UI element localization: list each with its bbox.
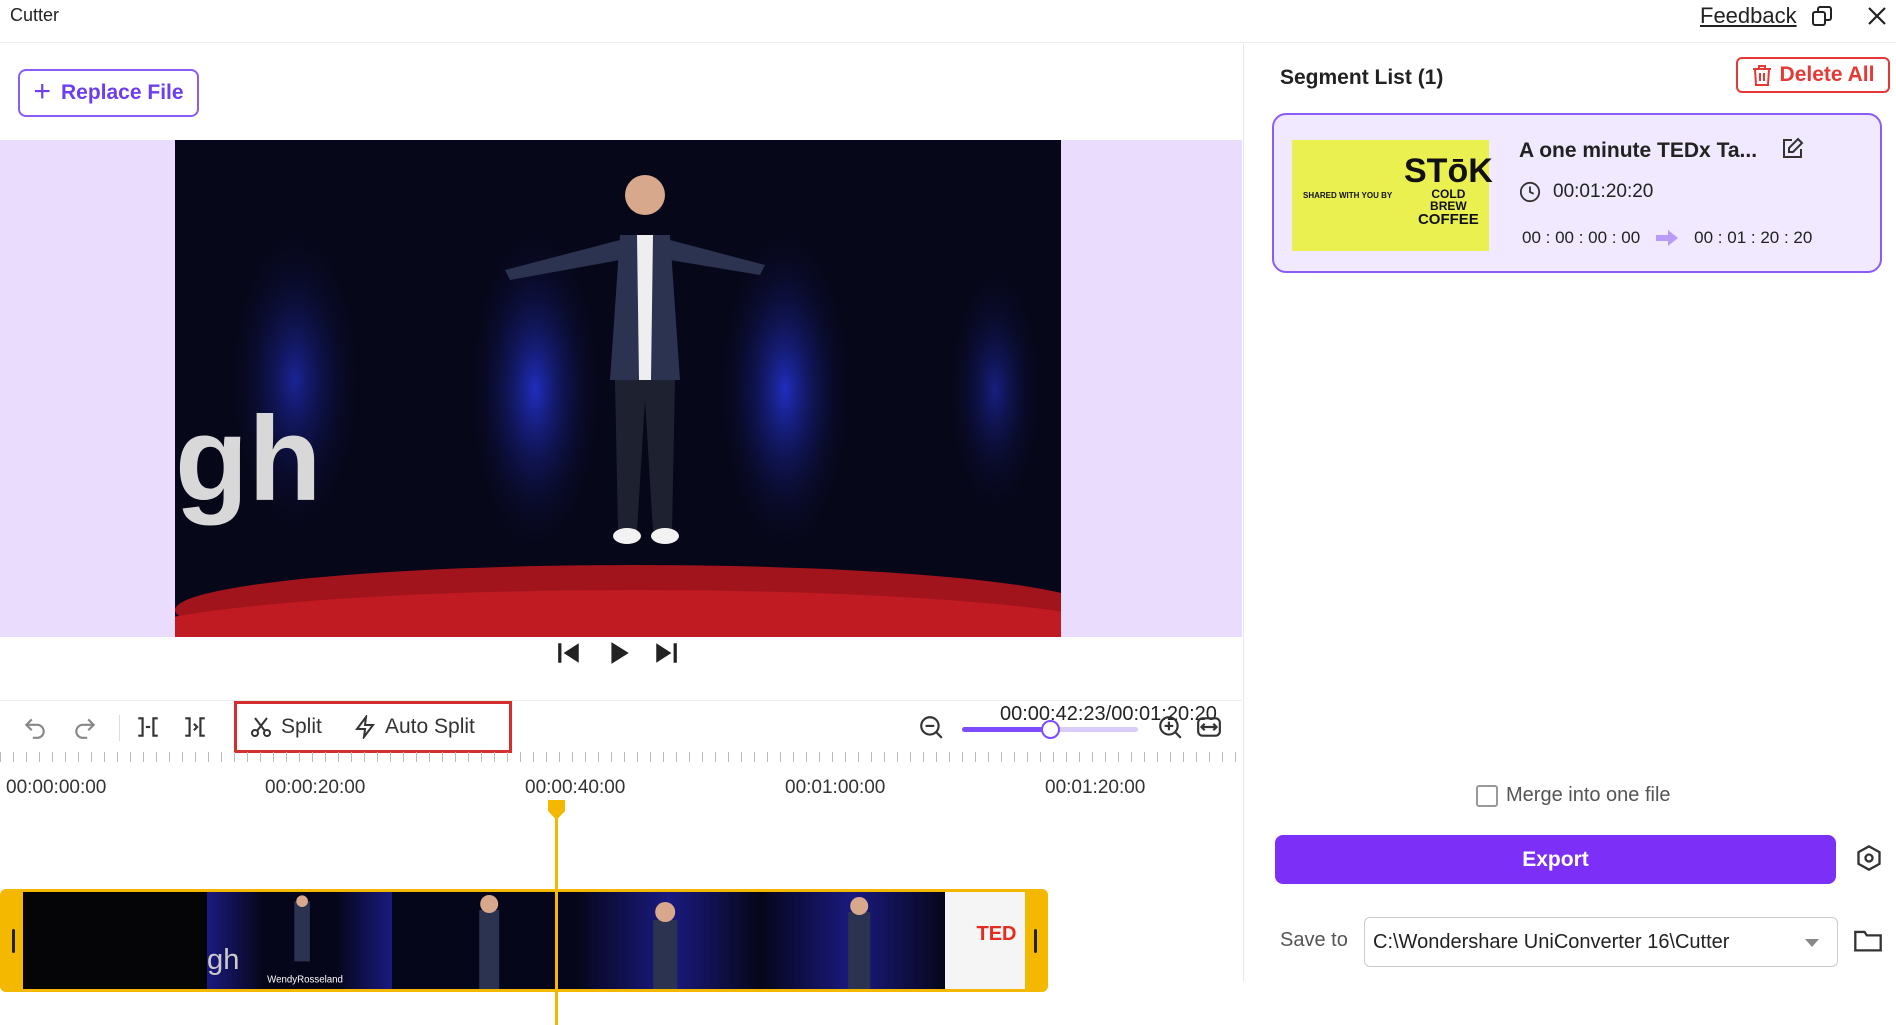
clip-start-handle[interactable] <box>3 892 23 989</box>
redo-icon[interactable] <box>72 709 98 745</box>
editor-panel: + Replace File gh 00:00:42:23/00:01:20:2… <box>0 44 1242 1025</box>
edit-toolbar: Split Auto Split <box>0 700 1242 753</box>
fit-timeline-icon[interactable] <box>1196 709 1222 745</box>
filmstrip-frame <box>760 892 946 989</box>
delete-all-button[interactable]: Delete All <box>1736 57 1890 93</box>
split-button[interactable]: Split <box>249 709 322 745</box>
filmstrip-frame <box>576 892 761 989</box>
title-bar: Cutter Feedback <box>0 0 1896 43</box>
filmstrip-frame <box>23 892 208 989</box>
segment-card[interactable]: SHARED WITH YOU BY STōK COLD BREW COFFEE… <box>1272 113 1882 273</box>
export-button[interactable]: Export <box>1275 835 1836 884</box>
play-icon[interactable] <box>603 637 635 669</box>
zoom-in-icon[interactable] <box>1157 709 1183 745</box>
merge-label: Merge into one file <box>1506 784 1671 806</box>
settings-icon[interactable] <box>1855 844 1883 877</box>
split-label: Split <box>281 715 322 738</box>
arrow-right-icon <box>1656 230 1679 246</box>
timeline-clip[interactable]: gh WendyRosseland TED <box>0 889 1048 992</box>
filmstrip: gh WendyRosseland TED <box>23 892 1029 989</box>
feedback-link[interactable]: Feedback <box>1700 3 1797 29</box>
restore-window-icon[interactable] <box>1808 2 1836 30</box>
trim-start-icon[interactable] <box>135 709 161 745</box>
ruler-ticks <box>0 752 1242 762</box>
filmstrip-frame: gh WendyRosseland <box>207 892 392 989</box>
edit-icon[interactable] <box>1780 137 1804 166</box>
filmstrip-caption: WendyRosseland <box>268 975 344 986</box>
previous-frame-icon[interactable] <box>553 637 585 669</box>
segment-thumbnail: SHARED WITH YOU BY STōK COLD BREW COFFEE <box>1292 140 1493 251</box>
filmstrip-frame: TED <box>945 892 1029 989</box>
segment-name: A one minute TEDx Ta... <box>1519 139 1758 162</box>
filmstrip-caption: TED <box>977 923 1017 945</box>
ruler-label: 00:00:20:00 <box>265 777 366 798</box>
segment-duration: 00:01:20:20 <box>1519 181 1653 203</box>
segment-list-title: Segment List (1) <box>1280 66 1444 89</box>
trim-end-icon[interactable] <box>182 709 208 745</box>
scissors-icon <box>251 717 271 737</box>
video-preview[interactable]: gh <box>175 140 1061 637</box>
save-path-value: C:\Wondershare UniConverter 16\Cutter <box>1373 930 1730 953</box>
svg-text:gh: gh <box>207 944 239 976</box>
segment-start: 00 : 00 : 00 : 00 <box>1522 228 1641 247</box>
clock-icon <box>1519 181 1541 203</box>
undo-icon[interactable] <box>22 709 48 745</box>
delete-all-label: Delete All <box>1779 63 1875 86</box>
lightning-icon <box>355 715 375 739</box>
segment-duration-value: 00:01:20:20 <box>1553 181 1654 202</box>
segment-range: 00 : 00 : 00 : 00 00 : 01 : 20 : 20 <box>1522 228 1812 248</box>
zoom-out-icon[interactable] <box>918 709 944 745</box>
chevron-down-icon <box>1805 939 1819 947</box>
ruler-label: 00:00:40:00 <box>525 777 626 798</box>
toolbar-divider <box>119 715 120 741</box>
plus-icon: + <box>33 74 51 108</box>
zoom-slider-thumb[interactable] <box>1041 720 1060 739</box>
timeline-ruler[interactable]: 00:00:00:00 00:00:20:00 00:00:40:00 00:0… <box>0 752 1242 822</box>
ruler-label: 00:00:00:00 <box>6 777 107 798</box>
close-icon[interactable] <box>1863 2 1891 30</box>
next-frame-icon[interactable] <box>650 637 682 669</box>
save-path-dropdown[interactable]: C:\Wondershare UniConverter 16\Cutter <box>1364 917 1838 967</box>
zoom-slider-fill <box>962 727 1050 732</box>
merge-checkbox[interactable]: Merge into one file <box>1476 784 1671 807</box>
zoom-slider[interactable] <box>962 720 1138 739</box>
playhead[interactable] <box>555 806 558 1025</box>
thumbnail-caption: SHARED WITH YOU BY <box>1303 191 1393 200</box>
merge-checkbox-box[interactable] <box>1476 784 1498 807</box>
auto-split-button[interactable]: Auto Split <box>353 709 475 745</box>
filmstrip-frame <box>391 892 577 989</box>
segment-end: 00 : 01 : 20 : 20 <box>1694 228 1813 247</box>
stage-letters: gh <box>175 392 322 526</box>
thumbnail-logo: STōK COLD BREW COFFEE <box>1404 152 1493 228</box>
clip-end-handle[interactable] <box>1025 892 1045 989</box>
segment-panel: Segment List (1) Delete All SHARED WITH … <box>1243 44 1896 981</box>
ruler-label: 00:01:20:00 <box>1045 777 1146 798</box>
ruler-label: 00:01:00:00 <box>785 777 886 798</box>
folder-icon[interactable] <box>1853 926 1883 959</box>
replace-file-label: Replace File <box>60 81 184 104</box>
auto-split-label: Auto Split <box>385 715 475 738</box>
replace-file-button[interactable]: + Replace File <box>18 69 199 117</box>
app-title: Cutter <box>10 5 60 25</box>
save-to-label: Save to <box>1280 929 1348 951</box>
trash-icon <box>1752 65 1771 86</box>
